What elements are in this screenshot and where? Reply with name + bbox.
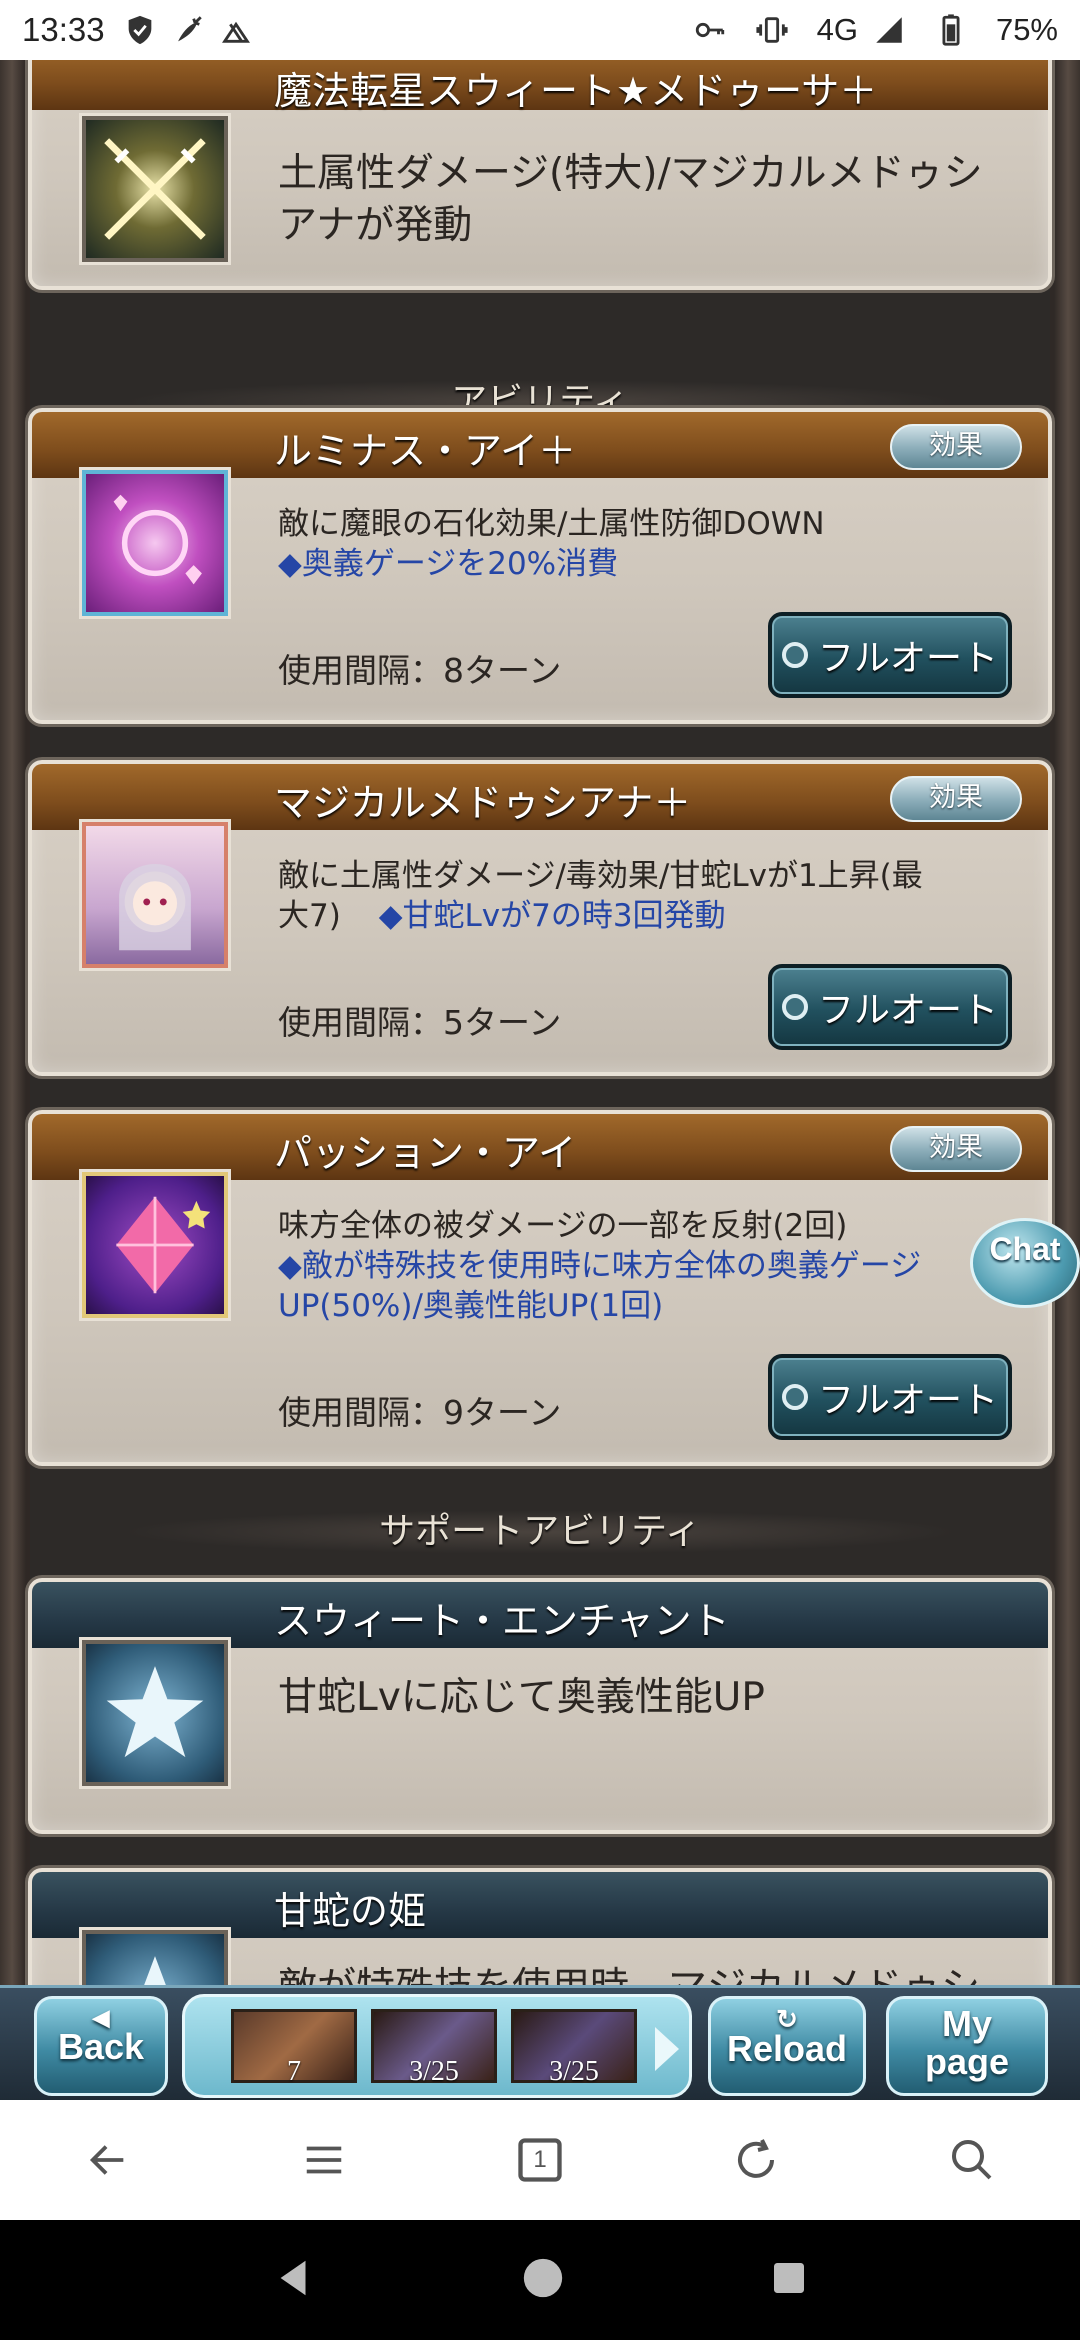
- carrot-icon: [177, 16, 202, 42]
- ougi-card: 魔法転星スウィート★メドゥーサ＋ 土属性ダメージ(特大)/マジカルメドゥシ アナ…: [28, 60, 1052, 290]
- ougi-desc-line2: アナが発動: [278, 203, 473, 248]
- ability-card-2: マジカルメドゥシアナ＋ 効果 敵に土属性ダメージ/毒効果/甘蛇Lvが1上昇(最 …: [28, 760, 1052, 1076]
- ability-desc-line1: 味方全体の被ダメージの一部を反射(2回): [278, 1208, 848, 1244]
- quest-slot-2[interactable]: 3/25: [371, 2009, 497, 2087]
- hearts-orb-icon: [82, 470, 228, 616]
- back-label: Back: [57, 2026, 145, 2067]
- full-auto-button[interactable]: フルオート: [768, 612, 1012, 698]
- signal-icon: [876, 17, 902, 43]
- mypage-label-2: page: [924, 2041, 1010, 2082]
- support-card-1: スウィート・エンチャント 甘蛇Lvに応じて奥義性能UP: [28, 1578, 1052, 1834]
- shield-icon: [128, 15, 151, 45]
- search-icon[interactable]: [937, 2125, 1007, 2195]
- full-auto-button[interactable]: フルオート: [768, 964, 1012, 1050]
- game-icon: [221, 21, 250, 43]
- ougi-desc-line1: 土属性ダメージ(特大)/マジカルメドゥシ: [278, 151, 983, 196]
- reload-button[interactable]: ↻ Reload: [708, 1996, 866, 2096]
- ougi-desc: 土属性ダメージ(特大)/マジカルメドゥシ アナが発動: [278, 148, 1028, 252]
- ability-interval: 使用間隔：8ターン: [278, 651, 562, 690]
- vibrate-icon: [756, 17, 788, 43]
- tab-count: 1: [533, 2146, 547, 2173]
- support-card-2: 甘蛇の姫 敵が特殊技を使用時、マジカルメドゥシ: [28, 1868, 1052, 1985]
- key-icon: [695, 22, 724, 38]
- mypage-label-1: My: [941, 2003, 992, 2044]
- quest-panel[interactable]: 7 3/25 3/25: [182, 1994, 692, 2098]
- quest-slot-3[interactable]: 3/25: [511, 2009, 637, 2087]
- refresh-icon[interactable]: [721, 2125, 791, 2195]
- reload-label: Reload: [726, 2028, 848, 2069]
- mypage-button[interactable]: My page: [886, 1996, 1048, 2096]
- ability-card-1: ルミナス・アイ＋ 効果 敵に魔眼の石化効果/土属性防御DOWN ◆奥義ゲージを2…: [28, 408, 1052, 724]
- effect-button[interactable]: 効果: [890, 1126, 1022, 1172]
- ability-desc-blue-2: UP(50%)/奥義性能UP(1回): [278, 1288, 664, 1324]
- back-button[interactable]: ◀ Back: [34, 1996, 168, 2096]
- full-auto-label: フルオート: [817, 638, 998, 679]
- chat-label: Chat: [989, 1231, 1061, 1267]
- crossed-swords-icon: [82, 116, 228, 262]
- tabs-icon[interactable]: 1: [505, 2125, 575, 2195]
- ability-title: ルミナス・アイ＋: [274, 429, 577, 473]
- system-nav-bar: [0, 2220, 1080, 2340]
- ability-desc-blue: ◆奥義ゲージを20%消費: [278, 546, 619, 582]
- ability-interval: 使用間隔：9ターン: [278, 1393, 562, 1432]
- support-title: スウィート・エンチャント: [274, 1599, 730, 1643]
- nav-back-icon[interactable]: [271, 2255, 317, 2305]
- radio-dot-icon: [781, 1384, 808, 1410]
- ability-desc-line2: 大7): [278, 898, 341, 934]
- character-portrait-icon: [82, 822, 228, 968]
- browser-toolbar: 1: [0, 2100, 1080, 2220]
- effect-button[interactable]: 効果: [890, 424, 1022, 470]
- ability-interval: 使用間隔：5ターン: [278, 1003, 562, 1042]
- ability-title: パッション・アイ: [274, 1131, 577, 1175]
- full-auto-button[interactable]: フルオート: [768, 1354, 1012, 1440]
- star-icon: [82, 1930, 228, 1985]
- network-type: 4G: [816, 12, 858, 47]
- game-bottom-bar: ◀ Back 7 3/25 3/25 ↻ Reload My page: [0, 1985, 1080, 2100]
- radio-dot-icon: [781, 642, 808, 668]
- status-time: 13:33: [22, 11, 105, 48]
- ougi-title: 魔法転星スウィート★メドゥーサ＋: [274, 69, 878, 113]
- back-arrow-up-icon: ◀: [92, 2005, 110, 2030]
- support-desc: 敵が特殊技を使用時、マジカルメドゥシ: [278, 1962, 1028, 1985]
- battery-percent: 75%: [995, 12, 1058, 47]
- battery-icon: [942, 14, 960, 46]
- ability-desc: 味方全体の被ダメージの一部を反射(2回) ◆敵が特殊技を使用時に味方全体の奥義ゲ…: [278, 1206, 1028, 1326]
- game-viewport: 魔法転星スウィート★メドゥーサ＋ 土属性ダメージ(特大)/マジカルメドゥシ アナ…: [0, 60, 1080, 1985]
- quest-slot-1[interactable]: 7: [231, 2009, 357, 2087]
- full-auto-label: フルオート: [817, 1380, 998, 1421]
- radio-dot-icon: [781, 994, 808, 1020]
- ability-card-3: パッション・アイ 効果 味方全体の被ダメージの一部を反射(2回) ◆敵が特殊技を…: [28, 1110, 1052, 1466]
- full-auto-label: フルオート: [817, 990, 998, 1031]
- ability-desc-line1: 敵に魔眼の石化効果/土属性防御DOWN: [278, 506, 825, 542]
- support-title: 甘蛇の姫: [274, 1889, 427, 1933]
- ability-desc-blue-1: ◆敵が特殊技を使用時に味方全体の奥義ゲージ: [278, 1248, 922, 1284]
- back-arrow-icon[interactable]: [73, 2125, 143, 2195]
- ability-desc-blue-inline: ◆甘蛇Lvが7の時3回発動: [378, 898, 726, 934]
- support-section-header: サポートアビリティ: [120, 1510, 960, 1554]
- nav-recents-icon[interactable]: [769, 2258, 809, 2302]
- reload-symbol-icon: ↻: [776, 2004, 798, 2034]
- nav-home-icon[interactable]: [520, 2255, 566, 2305]
- chat-button[interactable]: Chat: [970, 1218, 1080, 1308]
- pink-crystal-icon: [82, 1172, 228, 1318]
- ability-title: マジカルメドゥシアナ＋: [274, 781, 692, 825]
- status-bar: 13:33 4G 75%: [0, 0, 1080, 60]
- effect-button[interactable]: 効果: [890, 776, 1022, 822]
- support-card-header: [32, 1872, 1048, 1938]
- ability-desc: 敵に土属性ダメージ/毒効果/甘蛇Lvが1上昇(最 大7) ◆甘蛇Lvが7の時3回…: [278, 856, 1028, 936]
- ability-desc: 敵に魔眼の石化効果/土属性防御DOWN ◆奥義ゲージを20%消費: [278, 504, 1028, 584]
- support-desc: 甘蛇Lvに応じて奥義性能UP: [278, 1675, 765, 1720]
- ability-desc-line1: 敵に土属性ダメージ/毒効果/甘蛇Lvが1上昇(最: [278, 858, 923, 894]
- next-arrow-icon[interactable]: [655, 2027, 679, 2071]
- star-icon: [82, 1640, 228, 1786]
- menu-icon[interactable]: [289, 2125, 359, 2195]
